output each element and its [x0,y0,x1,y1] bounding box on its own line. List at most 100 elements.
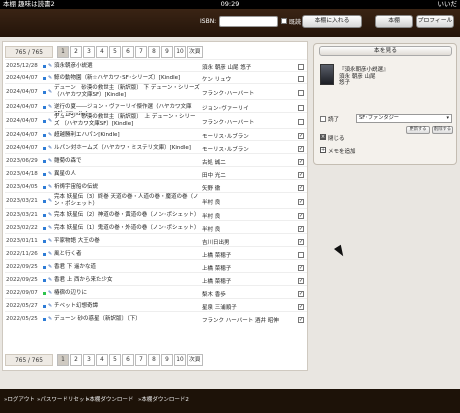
done-checkbox[interactable] [320,116,326,122]
update-button[interactable]: 更新する [406,126,430,134]
read-checkbox[interactable]: ✓ [298,291,304,297]
read-checkbox[interactable]: ✓ [298,239,304,245]
read-checkbox[interactable]: ✓ [298,133,304,139]
password-reset-link[interactable]: »パスワードリセット [37,395,90,403]
read-checkbox[interactable]: ✓ [298,185,304,191]
edit-pencil-icon[interactable]: ✎ [48,303,52,309]
read-checkbox[interactable]: ✓ [298,159,304,165]
read-checkbox[interactable] [298,90,304,96]
page-button[interactable]: 2 [70,46,82,58]
page-button[interactable]: 次頁 [187,46,203,58]
read-checkbox[interactable]: ✓ [298,278,304,284]
book-row[interactable]: 2022/11/26 ✎ 風と行く者 上橋 菜穂子 [5,246,307,259]
isbn-input[interactable] [219,16,278,27]
row-title[interactable]: 風と行く者 [54,251,200,258]
book-row[interactable]: 2023/04/05 ✎ 祈祷宇宙船の伝説 矢野 徹 ✓ [5,179,307,192]
page-button[interactable]: 10 [174,46,186,58]
read-checkbox[interactable] [281,18,287,24]
page-button[interactable]: 7 [135,46,147,58]
edit-pencil-icon[interactable]: ✎ [48,238,52,244]
plus-icon[interactable]: + [320,147,326,153]
row-title[interactable]: チベット幻想奇譚 [54,303,200,310]
edit-pencil-icon[interactable]: ✎ [48,184,52,190]
row-title[interactable]: 祈祷宇宙船の伝説 [54,184,200,191]
book-row[interactable]: 2024/04/07 ✎ ルパン対ホームズ（ハヤカワ・ミステリ文庫）[Kindle]… [5,140,307,153]
edit-pencil-icon[interactable]: ✎ [48,158,52,164]
row-title[interactable]: 超越勝利エハパン[Kindle] [54,132,200,139]
book-row[interactable]: 2022/05/27 ✎ チベット幻想奇譚 星泉 三浦順子 ✓ [5,298,307,311]
book-row[interactable]: 2023/06/29 ✎ 雛菊の森で 古処 誠二 ✓ [5,153,307,166]
page-button[interactable]: 6 [122,46,134,58]
profile-button[interactable]: プロフィール [416,15,454,28]
book-row[interactable]: 2023/03/21 ✎ 完本 妖星伝（3）終巻 天道の巻・人道の巻・魔道の巻（ノン… [5,192,307,208]
edit-pencil-icon[interactable]: ✎ [48,145,52,151]
row-title[interactable]: デューン 砂漠の救世主〔新訳版〕 上 デューン・シリーズ （ハヤカワ文庫SF）[… [54,114,200,128]
edit-pencil-icon[interactable]: ✎ [48,89,52,95]
book-cover-image[interactable] [320,64,334,85]
edit-pencil-icon[interactable]: ✎ [48,118,52,124]
edit-pencil-icon[interactable]: ✎ [48,251,52,257]
page-button[interactable]: 1 [57,46,69,58]
edit-pencil-icon[interactable]: ✎ [48,212,52,218]
edit-pencil-icon[interactable]: ✎ [48,132,52,138]
close-icon[interactable]: × [320,134,326,140]
page-button[interactable]: 3 [83,46,95,58]
page-button[interactable]: 6 [122,354,134,366]
shelf-download-link[interactable]: »本棚ダウンロード [86,395,133,403]
shelf-download2-link[interactable]: »本棚ダウンロード2 [138,395,189,403]
edit-pencil-icon[interactable]: ✎ [48,277,52,283]
edit-pencil-icon[interactable]: ✎ [48,264,52,270]
row-title[interactable]: 完本 妖星伝（2）神道の巻・黄道の巻（ノン･ポシェット） [54,212,200,219]
row-title[interactable]: ルパン対ホームズ（ハヤカワ・ミステリ文庫）[Kindle] [54,145,200,152]
row-title[interactable]: 椿宿の辺りに [54,290,200,297]
book-row[interactable]: 2022/09/25 ✎ 香君 下 遥かな道 上橋 菜穂子 ✓ [5,259,307,272]
logout-link[interactable]: »ログアウト [4,395,35,403]
book-row[interactable]: 2024/04/07 ✎ デューン 砂漠の救世主〔新訳版〕 下 デューン・シリーズ … [5,83,307,99]
edit-pencil-icon[interactable]: ✎ [48,290,52,296]
read-checkbox[interactable] [298,119,304,125]
page-button[interactable]: 9 [161,46,173,58]
close-label[interactable]: 閉じる [328,134,345,142]
row-title[interactable]: 雛菊の森で [54,158,200,165]
page-button[interactable]: 3 [83,354,95,366]
add-memo-label[interactable]: メモを追加 [328,147,356,155]
book-row[interactable]: 2022/05/25 ✎ デューン 砂の惑星〔新訳版〕（下） フランク ハーバート 酒… [5,311,307,324]
book-row[interactable]: 2022/09/25 ✎ 香君 上 西から来た少女 上橋 菜穂子 ✓ [5,272,307,285]
row-title[interactable]: 異星の人 [54,171,200,178]
edit-pencil-icon[interactable]: ✎ [48,104,52,110]
row-title[interactable]: 完本 妖星伝（1）鬼道の巻・外道の巻（ノン･ポシェット） [54,225,200,232]
book-row[interactable]: 2023/01/11 ✎ 平家物語 大王の巻 吉川日出男 ✓ [5,233,307,246]
row-title[interactable]: 香君 下 遥かな道 [54,264,200,271]
genre-select[interactable]: SF･ファンタジー ▾ [356,114,452,123]
page-button[interactable]: 10 [174,354,186,366]
book-row[interactable]: 2025/12/28 ✎ 須永朝彦小説選 須永 朝彦 山尾 悠子 [5,59,307,71]
page-button[interactable]: 9 [161,354,173,366]
row-title[interactable]: 平家物語 大王の巻 [54,238,200,245]
add-to-shelf-button[interactable]: 本棚に入れる [302,15,362,28]
read-checkbox[interactable] [298,252,304,258]
read-checkbox[interactable]: ✓ [298,172,304,178]
book-row[interactable]: 2024/04/07 ✎ 逆行の夏――ジョン・ヴァーリイ傑作選（ハヤカワ文庫SF）[… [5,99,307,117]
row-title[interactable]: 鯨の動物園（新☆ハヤカワ･SF･シリーズ）[Kindle] [54,75,200,82]
book-row[interactable]: 2024/04/07 ✎ 超越勝利エハパン[Kindle] モーリス･ルブラン ✓ [5,128,307,140]
read-checkbox[interactable]: ✓ [298,317,304,323]
page-button[interactable]: 5 [109,46,121,58]
page-button[interactable]: 7 [135,354,147,366]
book-row[interactable]: 2023/04/18 ✎ 異星の人 田中 光二 ✓ [5,166,307,179]
page-button[interactable]: 2 [70,354,82,366]
edit-pencil-icon[interactable]: ✎ [48,75,52,81]
book-row[interactable]: 2024/04/07 ✎ デューン 砂漠の救世主〔新訳版〕 上 デューン・シリーズ … [5,112,307,128]
read-checkbox[interactable]: ✓ [298,226,304,232]
page-button[interactable]: 1 [57,354,69,366]
read-checkbox[interactable] [298,76,304,82]
read-checkbox[interactable]: ✓ [298,304,304,310]
page-button[interactable]: 5 [109,354,121,366]
page-button[interactable]: 8 [148,46,160,58]
page-button[interactable]: 4 [96,354,108,366]
read-checkbox[interactable]: ✓ [298,199,304,205]
row-title[interactable]: デューン 砂の惑星〔新訳版〕（下） [54,316,200,323]
row-title[interactable]: 香君 上 西から来た少女 [54,277,200,284]
read-checkbox[interactable] [298,105,304,111]
read-checkbox[interactable] [298,64,304,70]
shelf-button[interactable]: 本棚 [375,15,413,28]
